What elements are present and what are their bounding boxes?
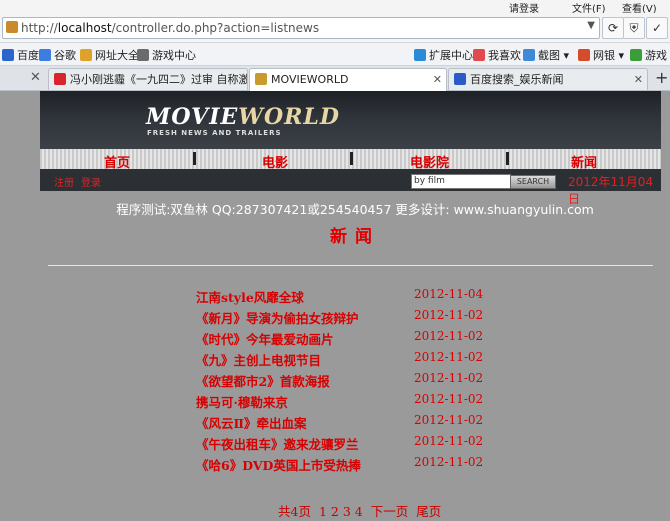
page-link-1[interactable]: 1 xyxy=(319,504,327,519)
address-dropdown-icon[interactable]: ▼ xyxy=(587,20,595,31)
site-banner: MOVIEWORLD FRESH NEWS AND TRAILERS xyxy=(40,91,661,149)
game-icon xyxy=(630,49,642,61)
news-date: 2012-11-02 xyxy=(414,329,484,343)
news-date: 2012-11-04 xyxy=(414,287,484,301)
site-logo[interactable]: MOVIEWORLD xyxy=(146,104,340,130)
list-item: 《九》主创上电视节目 2012-11-02 xyxy=(196,350,496,370)
list-item: 《午夜出租车》邀来龙骧罗兰 2012-11-02 xyxy=(196,434,496,454)
news-title-link[interactable]: 《哈6》DVD英国上市受热捧 xyxy=(196,455,361,474)
news-title-link[interactable]: 江南style风靡全球 xyxy=(196,287,304,306)
tab-close-icon[interactable]: ✕ xyxy=(634,69,643,90)
news-date: 2012-11-02 xyxy=(414,371,484,385)
list-item: 《新月》导演为偷拍女孩辩护 2012-11-02 xyxy=(196,308,496,328)
bookmark-baidu[interactable]: 百度 xyxy=(2,47,39,63)
divider xyxy=(48,265,653,266)
list-item: 《欲望都市2》首款海报 2012-11-02 xyxy=(196,371,496,391)
next-page-link[interactable]: 下一页 xyxy=(371,504,409,519)
list-item: 《风云Ⅱ》牵出血案 2012-11-02 xyxy=(196,413,496,433)
page-favicon-icon xyxy=(6,21,18,33)
nav-divider xyxy=(350,152,353,165)
page-title: 新闻 xyxy=(330,227,380,247)
star-icon xyxy=(80,49,92,61)
tab-baidu-search[interactable]: 百度搜索_娱乐新闻 ✕ xyxy=(448,68,648,90)
scissors-icon xyxy=(523,49,535,61)
list-item: 《哈6》DVD英国上市受热捧 2012-11-02 xyxy=(196,455,496,475)
list-item: 携马可·穆勒来京 2012-11-02 xyxy=(196,392,496,412)
tab-favicon-icon xyxy=(255,73,267,85)
site-nav: 首页 电影 电影院 新闻 xyxy=(40,149,661,171)
news-title-link[interactable]: 《九》主创上电视节目 xyxy=(196,350,321,369)
list-item: 江南style风靡全球 2012-11-04 xyxy=(196,287,496,307)
tab-bar: ✕ 冯小刚逃霾《一九四二》过审 自称激... MOVIEWORLD ✕ 百度搜索… xyxy=(0,66,670,92)
search-button[interactable]: SEARCH xyxy=(510,175,556,189)
address-url[interactable]: http://localhost/controller.do.php?actio… xyxy=(21,21,319,35)
tab-news-article[interactable]: 冯小刚逃霾《一九四二》过审 自称激... xyxy=(48,68,248,90)
extension-icon xyxy=(414,49,426,61)
bookmark-favorites[interactable]: 我喜欢 xyxy=(473,47,521,63)
heart-icon xyxy=(473,49,485,61)
tab-label: MOVIEWORLD xyxy=(271,73,349,86)
bookmark-hao[interactable]: 网址大全 xyxy=(80,47,139,63)
list-item: 《时代》今年最爱动画片 2012-11-02 xyxy=(196,329,496,349)
new-tab-icon[interactable]: + xyxy=(655,68,668,87)
tab-label: 冯小刚逃霾《一九四二》过审 自称激... xyxy=(70,73,248,86)
news-title-link[interactable]: 《欲望都市2》首款海报 xyxy=(196,371,330,390)
shield-icon[interactable]: ⛨ xyxy=(623,17,645,39)
gamepad-icon xyxy=(137,49,149,61)
last-page-link[interactable]: 尾页 xyxy=(416,504,441,519)
tab-label: 百度搜索_娱乐新闻 xyxy=(470,73,564,86)
page-link-4[interactable]: 4 xyxy=(355,504,363,519)
screenshot-button[interactable]: 截图 ▾ xyxy=(523,47,569,63)
close-icon[interactable]: ✕ xyxy=(30,70,41,85)
credits-text: 程序测试:双鱼林 QQ:287307421或254540457 更多设计: ww… xyxy=(116,202,594,217)
bookmark-games-center[interactable]: 游戏中心 xyxy=(137,47,196,63)
baidu-icon xyxy=(2,49,14,61)
tab-close-icon[interactable]: ✕ xyxy=(433,69,442,90)
register-link[interactable]: 注册 xyxy=(54,174,74,189)
news-title-link[interactable]: 《午夜出租车》邀来龙骧罗兰 xyxy=(196,434,359,453)
page-link-2[interactable]: 2 xyxy=(331,504,339,519)
news-title-link[interactable]: 《时代》今年最爱动画片 xyxy=(196,329,334,348)
security-icon[interactable]: ✓ xyxy=(646,17,668,39)
bookmark-extensions[interactable]: 扩展中心 xyxy=(414,47,473,63)
news-date: 2012-11-02 xyxy=(414,455,484,469)
tab-favicon-icon xyxy=(54,73,66,85)
news-date: 2012-11-02 xyxy=(414,392,484,406)
pagination: 共4页 1234 下一页 尾页 xyxy=(278,501,445,520)
news-date: 2012-11-02 xyxy=(414,413,484,427)
games-button[interactable]: 游戏 xyxy=(630,47,667,63)
refresh-icon[interactable]: ⟳ xyxy=(602,17,624,39)
news-date: 2012-11-02 xyxy=(414,308,484,322)
tab-favicon-icon xyxy=(454,73,466,85)
sub-toolbar: 注册 登录 by film SEARCH 2012年11月04日 xyxy=(40,169,661,206)
page-total: 共4页 xyxy=(278,504,311,519)
news-date: 2012-11-02 xyxy=(414,350,484,364)
site-tagline: FRESH NEWS AND TRAILERS xyxy=(147,129,282,137)
news-date: 2012-11-02 xyxy=(414,434,484,448)
bank-button[interactable]: 网银 ▾ xyxy=(578,47,624,63)
address-toolbar: http://localhost/controller.do.php?actio… xyxy=(0,13,670,43)
news-title-link[interactable]: 《风云Ⅱ》牵出血案 xyxy=(196,413,307,432)
address-bar[interactable]: http://localhost/controller.do.php?actio… xyxy=(2,17,600,39)
tab-movieworld[interactable]: MOVIEWORLD ✕ xyxy=(249,68,447,92)
nav-divider xyxy=(193,152,196,165)
news-title-link[interactable]: 携马可·穆勒来京 xyxy=(196,392,288,411)
search-input[interactable]: by film xyxy=(411,174,511,189)
bank-icon xyxy=(578,49,590,61)
google-icon xyxy=(39,49,51,61)
nav-divider xyxy=(506,152,509,165)
bookmark-google[interactable]: 谷歌 xyxy=(39,47,76,63)
page-link-3[interactable]: 3 xyxy=(343,504,351,519)
bookmarks-bar: 百度 谷歌 网址大全 游戏中心 扩展中心 我喜欢 截图 ▾ 网银 ▾ 游戏 xyxy=(0,43,670,66)
login-link[interactable]: 登录 xyxy=(81,174,101,189)
news-title-link[interactable]: 《新月》导演为偷拍女孩辩护 xyxy=(196,308,359,327)
browser-menubar: 请登录 文件(F) 查看(V) xyxy=(0,0,670,15)
